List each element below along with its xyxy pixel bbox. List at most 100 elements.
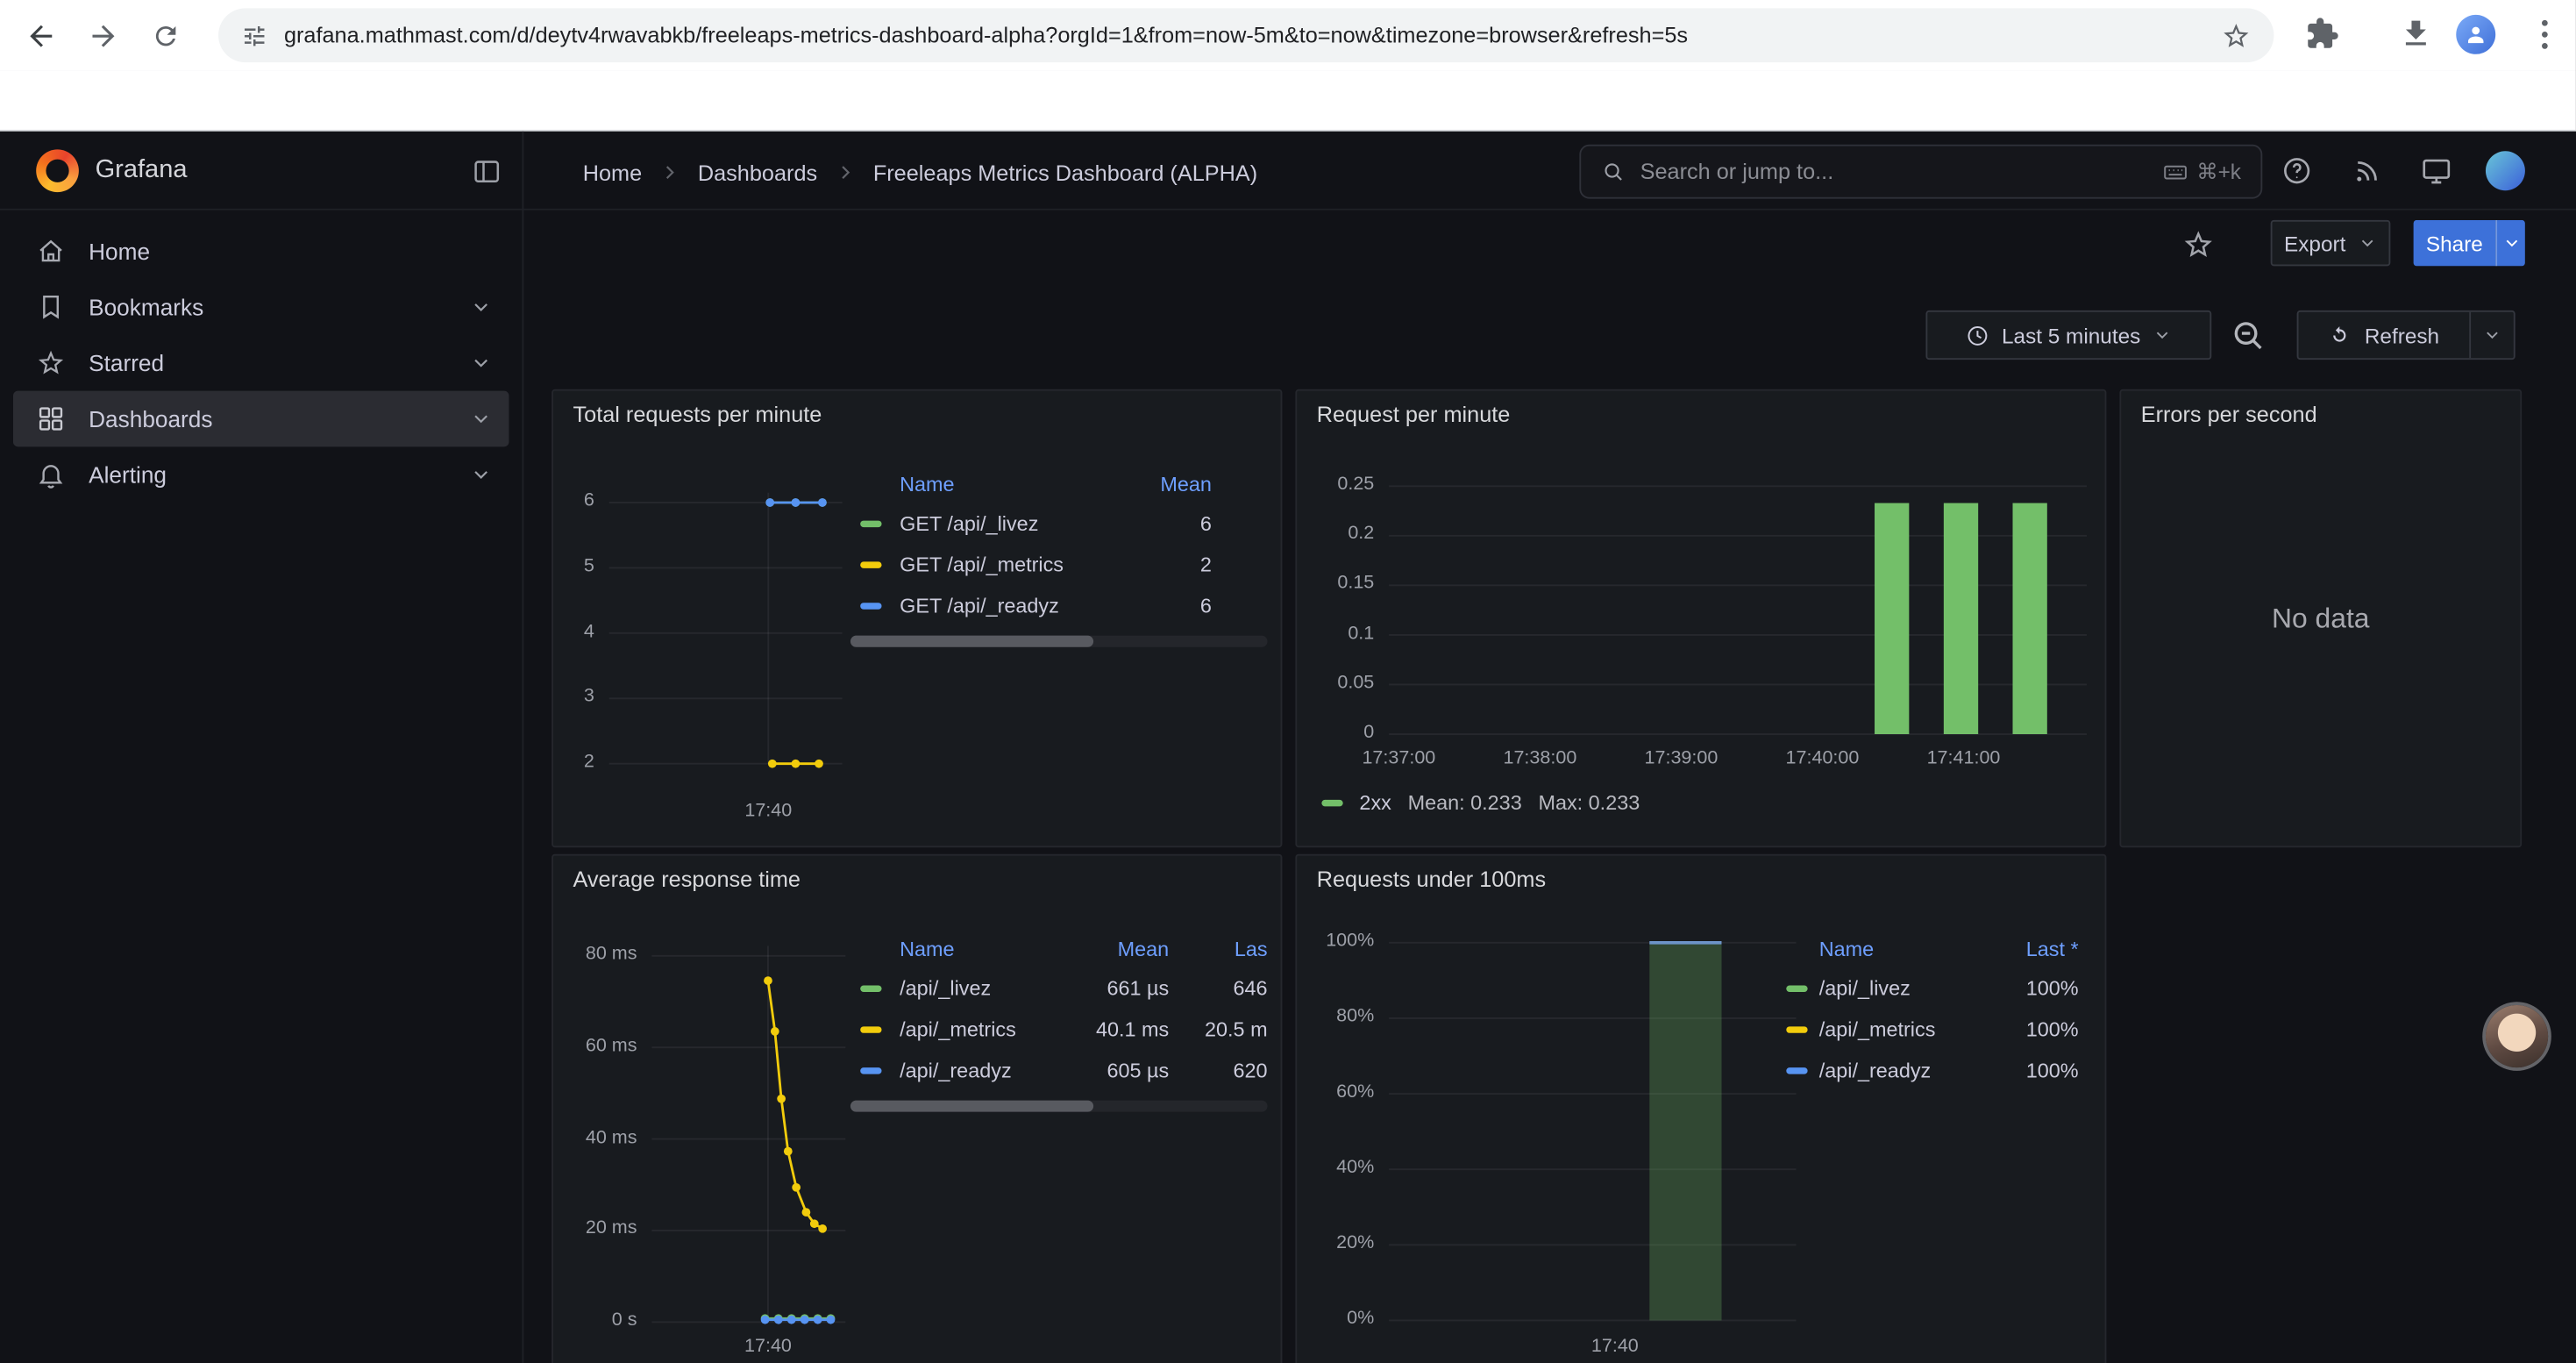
sidebar-item-starred[interactable]: Starred <box>13 335 509 391</box>
panel-title[interactable]: Average response time <box>573 867 801 892</box>
legend-header-row: NameLast * <box>1776 931 2079 967</box>
refresh-main[interactable]: Refresh <box>2299 312 2470 358</box>
legend-header-name[interactable]: Name <box>900 938 1062 960</box>
legend-row[interactable]: /api/_metrics40.1 ms20.5 m <box>850 1009 1268 1050</box>
legend-row[interactable]: /api/_readyz605 µs620 <box>850 1050 1268 1091</box>
series-name[interactable]: /api/_metrics <box>1819 1017 1987 1040</box>
browser-menu-icon[interactable] <box>2525 15 2565 54</box>
y-axis-label: 2 <box>553 753 594 772</box>
y-axis-label: 0 <box>1297 723 1374 742</box>
series-name[interactable]: GET /api/_metrics <box>900 553 1113 575</box>
legend-row[interactable]: /api/_readyz100% <box>1776 1050 2079 1091</box>
chevron-down-icon[interactable] <box>470 463 493 486</box>
share-button[interactable]: Share <box>2414 220 2525 266</box>
refresh-interval-toggle[interactable] <box>2469 312 2514 358</box>
series-name[interactable]: /api/_readyz <box>900 1059 1062 1081</box>
bookmarks-bar: Freeleaps 收藏博客 <box>0 71 2576 132</box>
legend-row[interactable]: GET /api/_livez6 <box>850 503 1268 544</box>
site-settings-icon[interactable] <box>241 22 267 48</box>
bookmark-icon <box>36 292 66 322</box>
news-rss-icon[interactable] <box>2351 154 2383 187</box>
dock-sidebar-icon[interactable] <box>471 156 502 188</box>
panel-title[interactable]: Requests under 100ms <box>1317 867 1546 892</box>
export-button[interactable]: Export <box>2271 220 2391 266</box>
request-per-minute-chart[interactable]: 0.250.20.150.10.05017:37:0017:38:0017:39… <box>1297 391 2106 848</box>
panel-title[interactable]: Total requests per minute <box>573 403 822 427</box>
series-name[interactable]: /api/_livez <box>900 976 1062 999</box>
favorite-dashboard-icon[interactable] <box>2182 228 2215 260</box>
export-label: Export <box>2284 231 2345 255</box>
user-avatar[interactable] <box>2486 151 2525 190</box>
display-icon[interactable] <box>2420 154 2452 187</box>
forward-button[interactable] <box>82 15 125 58</box>
bookmark-star-icon[interactable] <box>2221 20 2251 50</box>
downloads-icon[interactable] <box>2399 17 2433 51</box>
browser-toolbar: grafana.mathmast.com/d/deytv4rwavabkb/fr… <box>0 0 2576 71</box>
refresh-icon <box>2329 324 2352 346</box>
series-color-dash <box>860 602 881 608</box>
scrollbar-thumb[interactable] <box>850 636 1093 647</box>
legend-row[interactable]: GET /api/_metrics2 <box>850 544 1268 585</box>
panel-errors-per-second: Errors per second No data <box>2119 389 2522 847</box>
sidebar-item-label: Starred <box>89 350 164 376</box>
refresh-button[interactable]: Refresh <box>2297 310 2516 360</box>
help-icon[interactable] <box>2281 154 2313 187</box>
panel-title[interactable]: Errors per second <box>2141 403 2317 427</box>
panel-title[interactable]: Request per minute <box>1317 403 1511 427</box>
grafana-logo[interactable] <box>36 149 79 192</box>
legend-row[interactable]: /api/_livez100% <box>1776 967 2079 1009</box>
url-bar[interactable]: grafana.mathmast.com/d/deytv4rwavabkb/fr… <box>218 8 2274 62</box>
chart-canvas[interactable] <box>1297 391 2106 848</box>
series-name[interactable]: /api/_livez <box>1819 976 1987 999</box>
share-menu-toggle[interactable] <box>2495 220 2525 266</box>
series-color-dash <box>1786 1067 1807 1073</box>
time-range-picker[interactable]: Last 5 minutes <box>1925 310 2211 360</box>
y-axis-label: 60 ms <box>553 1036 637 1055</box>
legend-header-col[interactable]: Mean <box>1063 938 1170 960</box>
reload-button[interactable] <box>145 15 188 58</box>
x-axis-label: 17:41:00 <box>1911 749 2017 768</box>
series-name[interactable]: GET /api/_livez <box>900 511 1113 534</box>
legend-header-col[interactable]: Las <box>1169 938 1267 960</box>
legend-header-name[interactable]: Name <box>900 473 1113 496</box>
average-response-time-legend: NameMeanLas/api/_livez661 µs646/api/_met… <box>850 931 1268 1091</box>
legend[interactable]: 2xxMean: 0.233Max: 0.233 <box>1321 792 1640 815</box>
series-name[interactable]: GET /api/_readyz <box>900 594 1113 617</box>
series-name[interactable]: /api/_metrics <box>900 1017 1062 1040</box>
share-label[interactable]: Share <box>2414 220 2496 266</box>
breadcrumb-dashboards[interactable]: Dashboards <box>698 161 817 185</box>
grafana-app: Grafana Home Dashboards Freeleaps Metric… <box>0 132 2576 1363</box>
chevron-down-icon[interactable] <box>470 352 493 375</box>
zoom-out-button[interactable] <box>2228 316 2267 355</box>
floating-avatar-widget[interactable] <box>2486 1005 2548 1067</box>
chevron-down-icon[interactable] <box>470 296 493 318</box>
back-button[interactable] <box>19 15 62 58</box>
sidebar-item-alerting[interactable]: Alerting <box>13 446 509 503</box>
sidebar-item-home[interactable]: Home <box>13 224 509 280</box>
sidebar-item-bookmarks[interactable]: Bookmarks <box>13 279 509 335</box>
chevron-down-icon <box>2358 233 2377 253</box>
sidebar-item-dashboards[interactable]: Dashboards <box>13 391 509 447</box>
legend-scrollbar[interactable] <box>850 636 1268 647</box>
legend-header-col[interactable]: Mean <box>1114 473 1212 496</box>
breadcrumb-home[interactable]: Home <box>583 161 642 185</box>
search-input[interactable] <box>1640 160 2147 184</box>
browser-profile-avatar[interactable] <box>2456 15 2495 54</box>
series-color-dash <box>860 520 881 526</box>
series-name[interactable]: /api/_readyz <box>1819 1059 1987 1081</box>
x-axis-label: 17:40 <box>719 802 817 821</box>
chevron-down-icon[interactable] <box>470 407 493 430</box>
series-name[interactable]: 2xx <box>1359 792 1391 815</box>
series-color-dash <box>860 1025 881 1031</box>
legend-row[interactable]: GET /api/_readyz6 <box>850 585 1268 626</box>
legend-scrollbar[interactable] <box>850 1101 1268 1112</box>
legend-row[interactable]: /api/_metrics100% <box>1776 1009 2079 1050</box>
scrollbar-thumb[interactable] <box>850 1101 1093 1112</box>
extensions-icon[interactable] <box>2305 17 2339 51</box>
legend-row[interactable]: /api/_livez661 µs646 <box>850 967 1268 1009</box>
sidebar-item-label: Alerting <box>89 461 167 488</box>
legend-header-name[interactable]: Name <box>1819 938 1987 960</box>
search-box[interactable]: ⌘+k <box>1579 145 2262 199</box>
url-text[interactable]: grafana.mathmast.com/d/deytv4rwavabkb/fr… <box>284 23 2205 47</box>
legend-header-col[interactable]: Last * <box>1987 938 2079 960</box>
